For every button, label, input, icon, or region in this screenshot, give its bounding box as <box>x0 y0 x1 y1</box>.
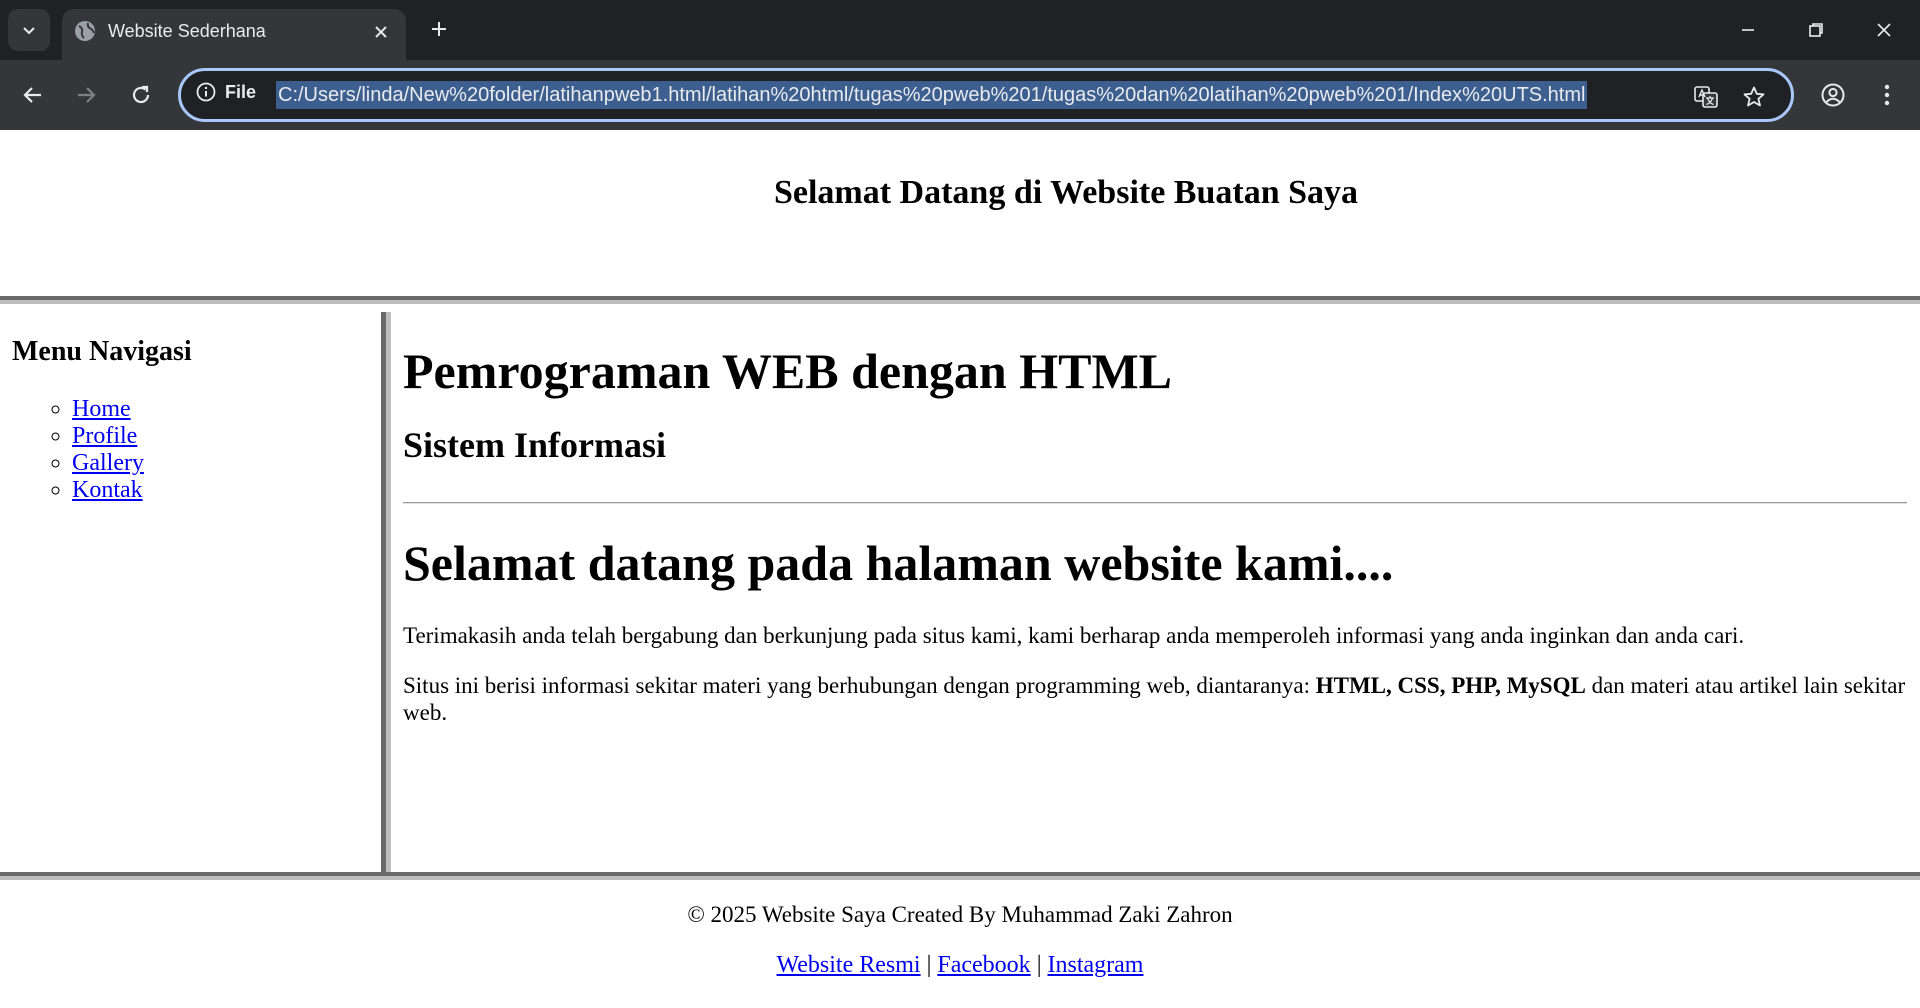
main-subheading: Sistem Informasi <box>403 425 666 465</box>
bookmark-button[interactable] <box>1739 82 1769 112</box>
tab-close-button[interactable] <box>368 19 394 45</box>
nav-item-gallery: Gallery <box>72 450 369 477</box>
browser-menu-button[interactable] <box>1867 75 1907 115</box>
address-bar[interactable]: File C:/Users/linda/New%20folder/latihan… <box>178 68 1794 122</box>
site-info-chip[interactable]: File <box>195 81 256 103</box>
tab-strip: Website Sederhana <box>0 0 1920 60</box>
copyright-text: © 2025 Website Saya Created By Muhammad … <box>687 902 1233 927</box>
chevron-down-icon <box>23 27 35 35</box>
main-content: Pemrograman WEB dengan HTML Sistem Infor… <box>403 312 1907 872</box>
reload-button[interactable] <box>121 75 161 115</box>
arrow-right-icon <box>78 87 96 103</box>
main-heading: Pemrograman WEB dengan HTML <box>403 343 1173 399</box>
nav-item-home: Home <box>72 396 369 423</box>
nav-link-home[interactable]: Home <box>72 396 131 422</box>
nav-link-profile[interactable]: Profile <box>72 423 137 449</box>
horizontal-rule <box>403 502 1907 504</box>
footer-link-instagram[interactable]: Instagram <box>1048 952 1144 978</box>
page-header: Selamat Datang di Website Buatan Saya <box>0 130 1920 304</box>
translate-button[interactable] <box>1691 82 1721 112</box>
translate-icon <box>1694 86 1718 108</box>
tab-title: Website Sederhana <box>108 21 266 41</box>
web-page: Selamat Datang di Website Buatan Saya Me… <box>0 130 1920 1008</box>
tab-search-button[interactable] <box>8 9 50 51</box>
restore-icon <box>1809 23 1823 37</box>
welcome-heading: Selamat datang pada halaman website kami… <box>403 535 1394 591</box>
arrow-left-icon <box>23 87 41 103</box>
topics-list: HTML, CSS, PHP, MySQL <box>1315 673 1586 698</box>
intro-paragraph: Terimakasih anda telah bergabung dan ber… <box>403 623 1745 648</box>
page-footer: © 2025 Website Saya Created By Muhammad … <box>0 872 1920 1008</box>
nav-list: Home Profile Gallery Kontak <box>12 396 369 504</box>
restore-button[interactable] <box>1796 10 1836 50</box>
tab-active[interactable]: Website Sederhana <box>62 9 406 60</box>
account-icon <box>1821 83 1845 107</box>
sidebar-title: Menu Navigasi <box>12 336 192 367</box>
site-info-label: File <box>225 81 257 102</box>
footer-link-facebook[interactable]: Facebook <box>937 952 1030 978</box>
footer-separator: | <box>1036 952 1042 978</box>
globe-icon <box>75 21 95 41</box>
url-text[interactable]: C:/Users/linda/New%20folder/latihanpweb1… <box>276 81 1588 109</box>
more-vert-icon <box>1884 84 1890 106</box>
footer-separator: | <box>926 952 932 978</box>
info-icon <box>196 82 216 102</box>
close-icon <box>375 26 387 38</box>
minimize-icon <box>1742 29 1754 31</box>
close-window-button[interactable] <box>1864 10 1904 50</box>
close-icon <box>1877 23 1891 37</box>
plus-icon <box>432 22 446 36</box>
minimize-button[interactable] <box>1728 10 1768 50</box>
reload-icon <box>132 85 150 104</box>
forward-button[interactable] <box>66 75 106 115</box>
new-tab-button[interactable] <box>424 14 454 44</box>
profile-button[interactable] <box>1813 75 1853 115</box>
footer-link-website-resmi[interactable]: Website Resmi <box>777 952 921 978</box>
page-title: Selamat Datang di Website Buatan Saya <box>773 174 1359 211</box>
nav-item-profile: Profile <box>72 423 369 450</box>
footer-links: Website Resmi | Facebook | Instagram <box>0 952 1920 979</box>
topics-paragraph: Situs ini berisi informasi sekitar mater… <box>403 672 1907 726</box>
nav-link-gallery[interactable]: Gallery <box>72 450 144 476</box>
sidebar: Menu Navigasi Home Profile Gallery Konta… <box>0 312 391 872</box>
browser-toolbar: File C:/Users/linda/New%20folder/latihan… <box>0 60 1920 130</box>
nav-link-kontak[interactable]: Kontak <box>72 477 143 503</box>
topics-paragraph-prefix: Situs ini berisi informasi sekitar mater… <box>403 673 1316 698</box>
star-icon <box>1743 86 1765 107</box>
back-button[interactable] <box>13 75 53 115</box>
nav-item-kontak: Kontak <box>72 477 369 504</box>
